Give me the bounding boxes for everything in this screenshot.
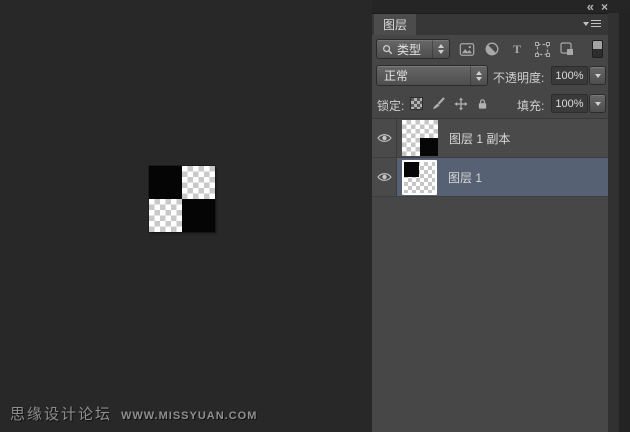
- lock-transparency-icon[interactable]: [409, 96, 424, 111]
- layer-filtering-toggle[interactable]: [592, 40, 603, 58]
- filter-icon-group: T: [459, 40, 575, 58]
- layer-row-copy[interactable]: 图层 1 副本: [372, 119, 608, 158]
- filter-kind-label: 类型: [397, 42, 422, 57]
- lock-label: 锁定:: [377, 99, 405, 113]
- layer-name[interactable]: 图层 1: [448, 169, 482, 186]
- tab-layers[interactable]: 图层: [374, 14, 417, 35]
- fill-value-field[interactable]: 100%: [551, 94, 588, 113]
- chevron-down-icon: [594, 73, 601, 78]
- lock-position-move-icon[interactable]: [453, 96, 468, 111]
- opacity-slider-button[interactable]: [589, 66, 606, 85]
- black-square-top-left: [149, 166, 182, 199]
- dock-topbar: « ×: [372, 0, 630, 13]
- opacity-label: 不透明度:: [493, 71, 545, 85]
- canvas-document[interactable]: [149, 166, 215, 232]
- layer-filter-row: 类型 T: [372, 38, 608, 61]
- dropdown-spinner-icon: [470, 66, 487, 85]
- lock-all-padlock-icon[interactable]: [475, 96, 490, 111]
- photoshop-workspace: 思缘设计论坛 WWW.MISSYUAN.COM « × 图层 类型 T 正常 不…: [0, 0, 630, 432]
- layer-thumbnail: [402, 120, 438, 156]
- watermark: 思缘设计论坛 WWW.MISSYUAN.COM: [10, 403, 257, 424]
- shape-layer-filter-icon[interactable]: [534, 41, 550, 57]
- panel-menu-lines: [591, 20, 601, 27]
- collapse-panels-icon[interactable]: «: [587, 0, 594, 13]
- watermark-url: WWW.MISSYUAN.COM: [121, 410, 258, 422]
- panel-tab-bar: 图层: [372, 14, 608, 35]
- lock-image-brush-icon[interactable]: [431, 96, 446, 111]
- tab-layers-label: 图层: [383, 18, 408, 32]
- chevron-down-icon: [594, 101, 601, 106]
- lock-icon-group: [409, 95, 490, 112]
- fill-label: 填充:: [517, 99, 545, 113]
- panel-dock: « × 图层 类型 T 正常 不透明度: 100% 锁定: 填充: 100% 图…: [372, 0, 630, 432]
- blend-mode-row: 正常 不透明度: 100%: [372, 64, 608, 89]
- layers-panel: 图层 类型 T 正常 不透明度: 100% 锁定: 填充: 100% 图层 1 …: [372, 13, 608, 432]
- pixel-layer-filter-icon[interactable]: [459, 41, 475, 57]
- smart-object-filter-icon[interactable]: [559, 41, 575, 57]
- layer-thumbnail-cell[interactable]: [402, 119, 438, 157]
- panel-menu-triangle: [583, 21, 589, 26]
- panel-menu-icon[interactable]: [583, 20, 601, 27]
- layer-thumbnail-cell[interactable]: [402, 158, 437, 196]
- opacity-value-field[interactable]: 100%: [551, 66, 588, 85]
- search-icon: [383, 44, 393, 54]
- layer-name[interactable]: 图层 1 副本: [449, 130, 510, 147]
- visibility-cell[interactable]: [372, 158, 397, 196]
- close-panel-icon[interactable]: ×: [601, 1, 608, 13]
- watermark-site-name: 思缘设计论坛: [10, 406, 113, 423]
- dropdown-spinner-icon: [432, 40, 449, 58]
- eye-icon: [376, 173, 392, 181]
- eye-icon: [376, 134, 392, 142]
- filter-kind-dropdown[interactable]: 类型: [376, 39, 450, 59]
- adjustment-layer-filter-icon[interactable]: [484, 41, 500, 57]
- black-square-bottom-right: [182, 199, 215, 232]
- visibility-cell[interactable]: [372, 119, 397, 157]
- selected-thumbnail-frame: [402, 159, 437, 195]
- layer-row-selected[interactable]: 图层 1: [372, 158, 608, 197]
- fill-slider-button[interactable]: [589, 94, 606, 113]
- dock-gutter: [608, 13, 619, 432]
- type-layer-filter-icon[interactable]: T: [509, 41, 525, 57]
- lock-row: 锁定: 填充: 100%: [372, 92, 608, 117]
- layer-thumbnail: [404, 161, 435, 193]
- layers-panel-body: 类型 T 正常 不透明度: 100% 锁定: 填充: 100% 图层 1 副本 …: [372, 35, 608, 432]
- blend-mode-value: 正常: [384, 69, 409, 83]
- layers-list: 图层 1 副本 图层 1: [372, 118, 608, 432]
- blend-mode-dropdown[interactable]: 正常: [376, 65, 488, 86]
